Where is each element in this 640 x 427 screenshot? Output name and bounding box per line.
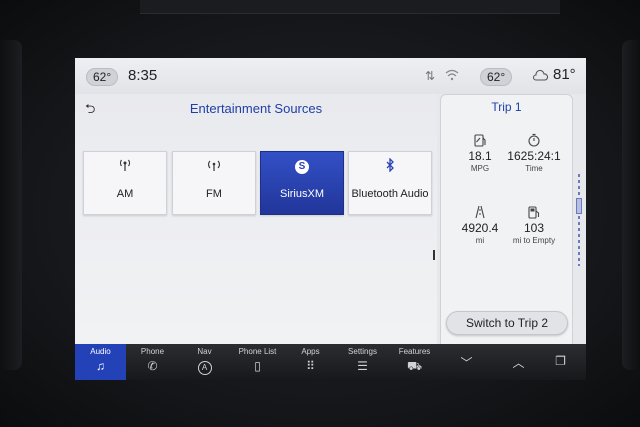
nav-phone-list[interactable]: Phone List ▯ bbox=[232, 344, 283, 380]
trip-value: 4920.4 bbox=[461, 221, 499, 235]
source-siriusxm-button[interactable]: S SiriusXM bbox=[260, 151, 344, 215]
chevron-down-icon: ﹀ bbox=[460, 356, 473, 370]
cloud-sun-icon bbox=[532, 69, 549, 84]
top-vent bbox=[140, 0, 560, 14]
clock: 8:35 bbox=[128, 67, 158, 84]
left-vent bbox=[0, 40, 22, 370]
trip-unit: mi to Empty bbox=[512, 236, 556, 245]
phone-list-icon: ▯ bbox=[254, 359, 261, 373]
cabin-temp-left-button[interactable]: 62° bbox=[86, 68, 119, 86]
bluetooth-icon bbox=[349, 157, 431, 175]
screens-icon: ❐ bbox=[555, 354, 566, 368]
phone-icon: ✆ bbox=[147, 359, 158, 373]
cabin-temp-left: 62° bbox=[93, 70, 112, 84]
infotainment-screen: 62° 8:35 ⇅ 62° 81° ⮌ Entertainment Sourc… bbox=[75, 58, 586, 380]
source-label: AM bbox=[116, 188, 134, 200]
sliders-icon: ☰ bbox=[357, 359, 368, 373]
trip-stat-range: 103 mi to Empty bbox=[504, 205, 564, 245]
source-bluetooth-button[interactable]: Bluetooth Audio bbox=[348, 151, 432, 215]
siriusxm-logo-icon: S bbox=[261, 158, 343, 174]
nav-label: Features bbox=[398, 347, 431, 356]
nav-phone[interactable]: Phone ✆ bbox=[127, 344, 178, 380]
switch-trip-button[interactable]: Switch to Trip 2 bbox=[446, 311, 568, 335]
nav-label: Audio bbox=[90, 347, 111, 356]
nav-label: Nav bbox=[197, 347, 212, 356]
bottom-nav-bar: Audio ♫ Phone ✆ Nav A Phone List ▯ Apps … bbox=[75, 344, 586, 380]
nav-settings[interactable]: Settings ☰ bbox=[337, 344, 388, 380]
fuel-pump-icon bbox=[504, 205, 564, 219]
dashboard-bezel: 62° 8:35 ⇅ 62° 81° ⮌ Entertainment Sourc… bbox=[0, 0, 640, 427]
fuel-economy-icon bbox=[450, 133, 510, 147]
text-cursor bbox=[433, 250, 435, 260]
source-label: Bluetooth Audio bbox=[351, 188, 429, 200]
nav-audio[interactable]: Audio ♫ bbox=[75, 344, 126, 380]
nav-apps[interactable]: Apps ⠿ bbox=[285, 344, 336, 380]
cabin-temp-right: 62° bbox=[487, 70, 506, 84]
apps-grid-icon: ⠿ bbox=[306, 359, 315, 373]
radio-tower-icon bbox=[84, 158, 166, 175]
page-title: Entertainment Sources bbox=[189, 101, 323, 116]
nav-label: Phone List bbox=[238, 347, 277, 356]
compass-a-icon: A bbox=[179, 359, 230, 375]
car-icon: ⛟ bbox=[406, 359, 423, 373]
source-am-button[interactable]: AM bbox=[83, 151, 167, 215]
cabin-temp-right-button[interactable]: 62° bbox=[480, 68, 513, 86]
nav-label: Apps bbox=[301, 347, 320, 356]
trip-panel: Trip 1 18.1 MPG 1625:24:1 Time 4920.4 mi… bbox=[440, 94, 573, 374]
trip-value: 1625:24:1 bbox=[507, 149, 561, 163]
status-bar: 62° 8:35 ⇅ 62° 81° bbox=[75, 58, 586, 94]
trip-title: Trip 1 bbox=[491, 100, 522, 114]
music-note-icon: ♫ bbox=[96, 359, 105, 373]
signal-icon: ⇅ bbox=[425, 69, 436, 83]
trip-unit: mi bbox=[475, 236, 485, 245]
nav-screens[interactable]: ❐ bbox=[535, 344, 586, 380]
trip-unit: MPG bbox=[470, 164, 490, 173]
trip-stat-distance: 4920.4 mi bbox=[450, 205, 510, 245]
nav-features[interactable]: Features ⛟ bbox=[389, 344, 440, 380]
entertainment-panel: ⮌ Entertainment Sources AM FM S SiriusXM bbox=[75, 94, 437, 344]
stopwatch-icon bbox=[504, 133, 564, 147]
wifi-icon bbox=[445, 69, 459, 84]
trip-stat-time: 1625:24:1 Time bbox=[504, 133, 564, 173]
radio-waves-icon bbox=[173, 158, 255, 175]
right-vent bbox=[622, 40, 640, 370]
nav-navigation[interactable]: Nav A bbox=[179, 344, 230, 380]
nav-label: Settings bbox=[348, 347, 377, 356]
source-label: SiriusXM bbox=[279, 188, 324, 200]
trip-value: 103 bbox=[523, 221, 545, 235]
source-fm-button[interactable]: FM bbox=[172, 151, 256, 215]
nav-label: Phone bbox=[140, 347, 165, 356]
trip-unit: Time bbox=[525, 164, 543, 173]
trip-value: 18.1 bbox=[468, 149, 492, 163]
outside-temp: 81° bbox=[553, 66, 576, 83]
nav-scroll-down[interactable]: ﹀ bbox=[441, 344, 492, 380]
scrollbar-thumb[interactable] bbox=[576, 198, 582, 214]
scrollbar-track[interactable] bbox=[578, 174, 580, 266]
road-icon bbox=[450, 205, 510, 219]
trip-stat-mpg: 18.1 MPG bbox=[450, 133, 510, 173]
source-label: FM bbox=[206, 188, 222, 200]
